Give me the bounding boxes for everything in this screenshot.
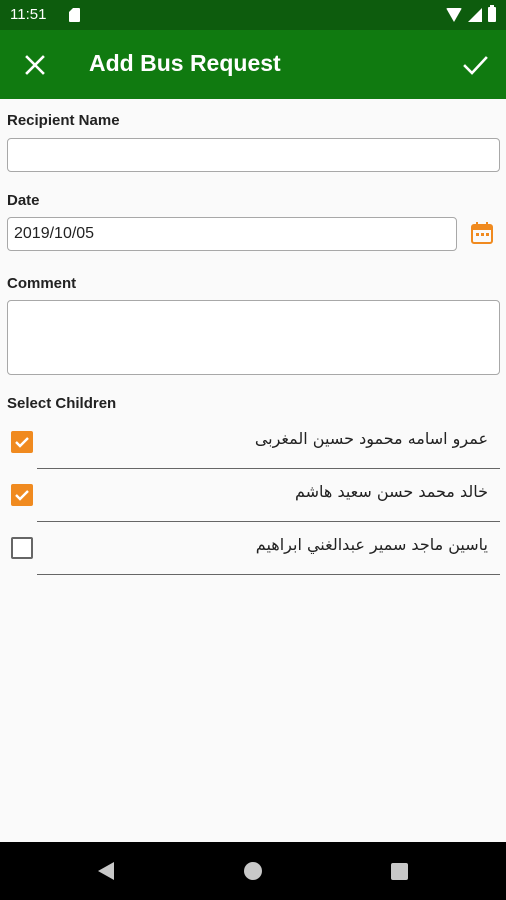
recipient-name-input[interactable] xyxy=(7,138,500,172)
battery-icon xyxy=(488,5,496,22)
calendar-icon[interactable] xyxy=(470,221,494,245)
app-bar: Add Bus Request xyxy=(0,30,506,99)
check-icon[interactable] xyxy=(460,50,490,80)
status-icons xyxy=(446,5,496,22)
child-name: خالد محمد حسن سعيد هاشم xyxy=(295,482,488,501)
status-time: 11:51 xyxy=(10,6,47,23)
divider xyxy=(37,521,500,522)
checkbox-checked[interactable] xyxy=(11,431,33,453)
checkbox-unchecked[interactable] xyxy=(11,537,33,559)
child-row[interactable]: عمرو اسامه محمود حسين المغربى xyxy=(0,417,506,469)
sd-card-icon xyxy=(69,8,80,22)
status-bar: 11:51 xyxy=(0,0,506,30)
comment-input[interactable] xyxy=(7,300,500,375)
checkbox-checked[interactable] xyxy=(11,484,33,506)
recipient-name-label: Recipient Name xyxy=(7,112,120,129)
home-icon[interactable] xyxy=(244,862,262,880)
recents-icon[interactable] xyxy=(391,863,408,880)
wifi-icon xyxy=(446,7,462,22)
child-row[interactable]: ياسين ماجد سمير عبدالغني ابراهيم xyxy=(0,523,506,575)
divider xyxy=(37,468,500,469)
child-row[interactable]: خالد محمد حسن سعيد هاشم xyxy=(0,470,506,522)
back-icon[interactable] xyxy=(98,862,114,880)
page-title: Add Bus Request xyxy=(89,50,281,76)
comment-label: Comment xyxy=(7,275,77,292)
close-icon[interactable] xyxy=(20,50,50,80)
child-name: عمرو اسامه محمود حسين المغربى xyxy=(254,429,488,448)
signal-icon xyxy=(468,7,482,22)
navigation-bar xyxy=(0,842,506,900)
divider xyxy=(37,574,500,575)
child-name: ياسين ماجد سمير عبدالغني ابراهيم xyxy=(255,535,488,554)
date-field[interactable]: 2019/10/05 xyxy=(7,217,457,251)
date-label: Date xyxy=(7,192,40,209)
select-children-label: Select Children xyxy=(7,395,117,412)
